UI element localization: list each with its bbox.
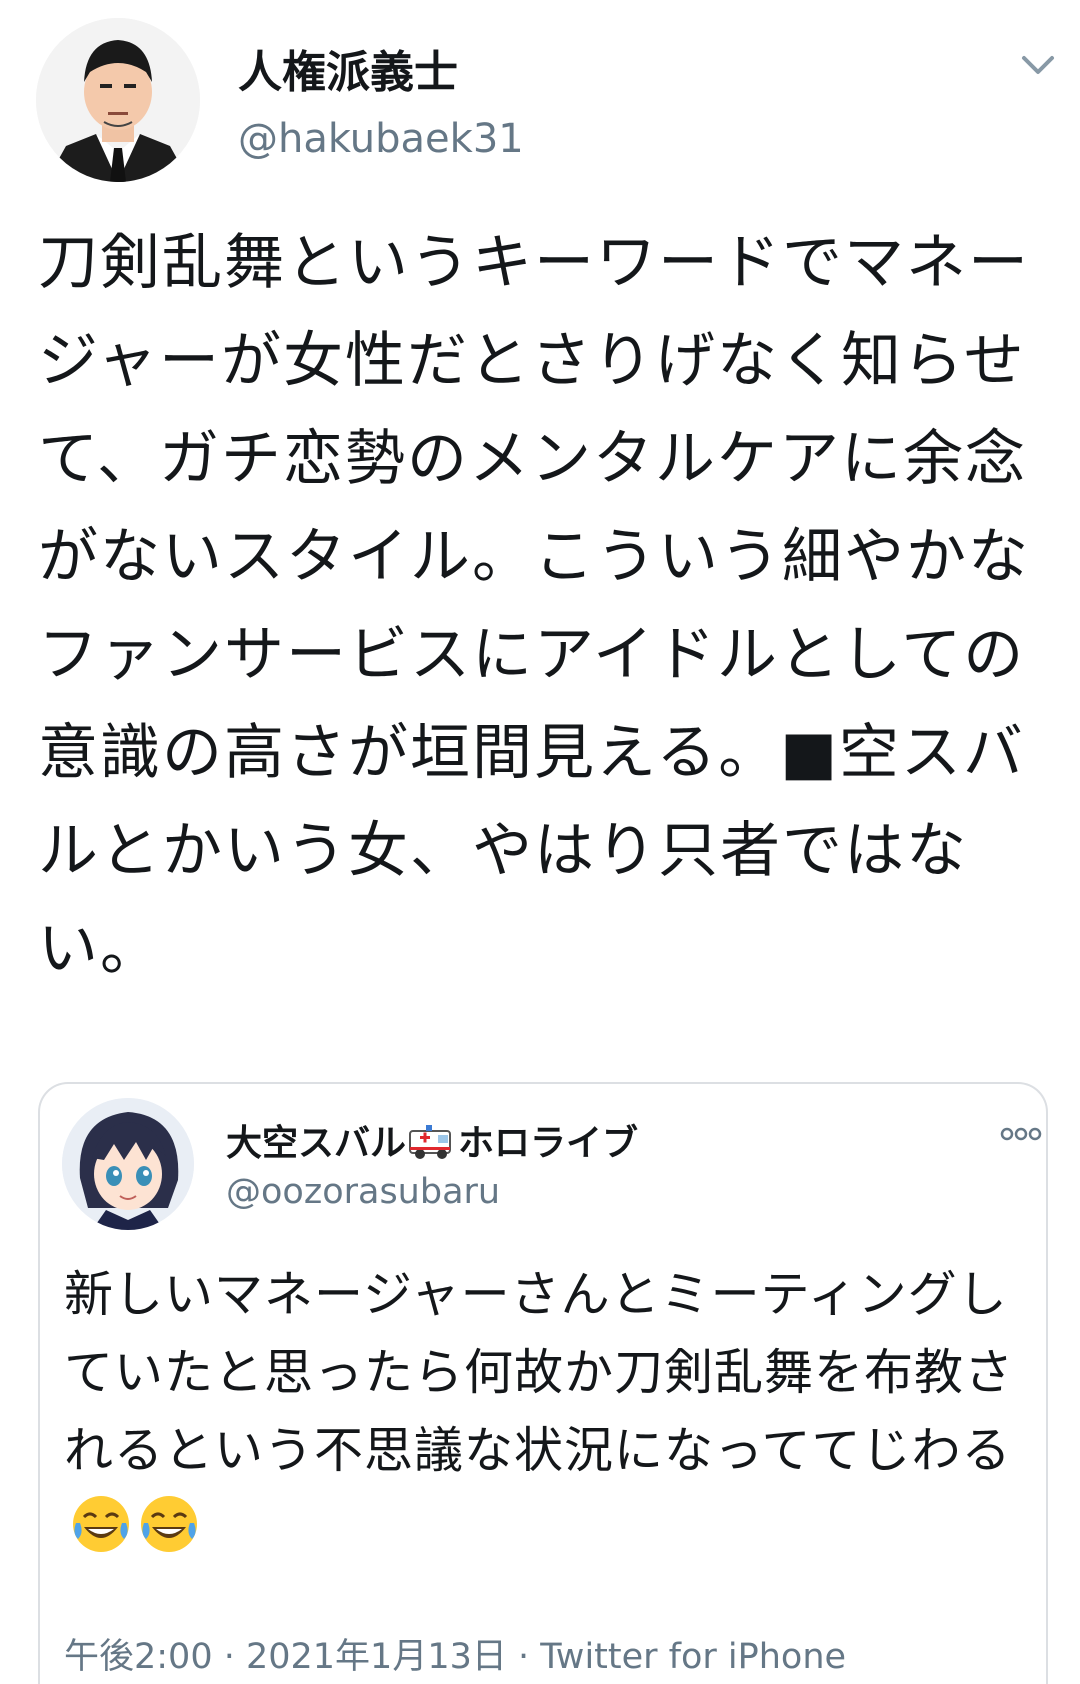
tweet-detail: 人権派義士 @hakubaek31 刀剣乱舞というキーワードでマネージャーが女性…: [0, 0, 1080, 1684]
quote-name-part2: ホロライブ: [458, 1123, 639, 1164]
quote-author-avatar[interactable]: [62, 1098, 194, 1230]
ambulance-icon: [409, 1125, 452, 1159]
quote-text-block: 新しいマネージャーさんとミーティングしていたと思ったら何故か刀剣乱舞を布教される…: [64, 1256, 1030, 1568]
quote-name-part1: 大空スバル: [226, 1123, 407, 1164]
quote-author-handle[interactable]: @oozorasubaru: [226, 1172, 500, 1212]
tweet-text: 刀剣乱舞というキーワードでマネージャーが女性だとさりげなく知らせて、ガチ恋勢のメ…: [38, 228, 1030, 984]
crying-laughing-emoji: [141, 1496, 197, 1552]
author-display-name[interactable]: 人権派義士: [238, 36, 458, 100]
quoted-tweet-card[interactable]: 大空スバル ホロライブ @oozorasubaru 新しいマネージャーさんとミー…: [38, 1082, 1048, 1684]
quote-timestamp-source[interactable]: 午後2:00 · 2021年1月13日 · Twitter for iPhone: [64, 1628, 846, 1679]
author-avatar[interactable]: [36, 18, 200, 182]
more-options-icon[interactable]: [1000, 1126, 1042, 1142]
crying-laughing-emoji: [73, 1496, 129, 1552]
man-portrait-avatar: [36, 18, 200, 182]
author-handle[interactable]: @hakubaek31: [238, 116, 524, 162]
quote-text: 新しいマネージャーさんとミーティングしていたと思ったら何故か刀剣乱舞を布教される…: [64, 1266, 1015, 1479]
anime-girl-avatar: [62, 1098, 194, 1230]
quote-author-display-name[interactable]: 大空スバル ホロライブ: [226, 1114, 638, 1166]
chevron-down-icon[interactable]: [1018, 44, 1058, 84]
